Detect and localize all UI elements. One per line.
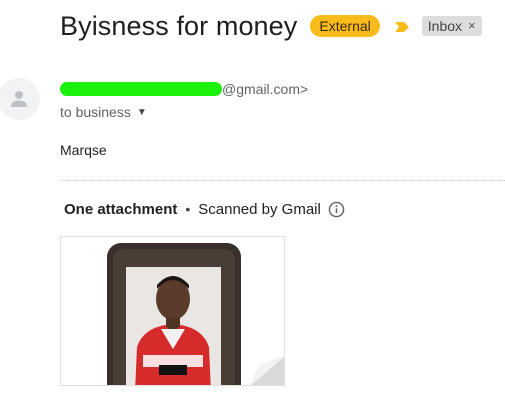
info-icon[interactable] bbox=[328, 201, 345, 218]
sender-email-suffix: @gmail.com> bbox=[222, 81, 309, 97]
scanned-label: Scanned by Gmail bbox=[198, 200, 321, 218]
separator-dot: • bbox=[185, 201, 191, 217]
remove-label-icon[interactable]: × bbox=[468, 18, 476, 34]
inbox-label-text: Inbox bbox=[427, 18, 463, 34]
external-badge: External bbox=[310, 15, 380, 37]
importance-marker-icon[interactable] bbox=[394, 20, 410, 32]
inbox-label[interactable]: Inbox × bbox=[421, 16, 482, 36]
attachment-preview-image bbox=[61, 237, 284, 385]
recipient-details-toggle[interactable]: to business ▼ bbox=[60, 104, 147, 120]
attachment-count: One attachment bbox=[64, 200, 178, 218]
subject-row: Byisness for money External Inbox × bbox=[60, 6, 482, 46]
email-body: Marqse bbox=[60, 142, 107, 158]
attachments-header: One attachment • Scanned by Gmail bbox=[64, 198, 345, 220]
person-icon bbox=[11, 91, 27, 107]
attachments-divider bbox=[60, 180, 505, 181]
recipient-line: to business bbox=[60, 104, 131, 120]
email-subject: Byisness for money bbox=[60, 10, 298, 41]
caret-down-icon: ▼ bbox=[136, 106, 147, 118]
redaction-mark bbox=[60, 82, 222, 96]
sender-avatar[interactable] bbox=[0, 78, 40, 120]
attachment-thumbnail[interactable] bbox=[60, 236, 285, 386]
sender-row: @gmail.com> bbox=[60, 79, 308, 99]
